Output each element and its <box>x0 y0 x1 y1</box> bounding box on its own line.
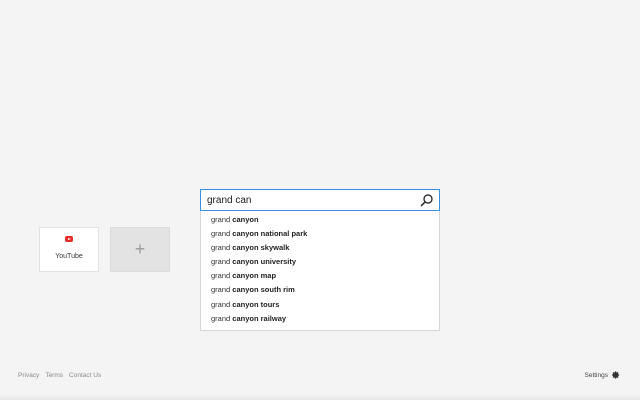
suggestion-prefix: grand <box>211 313 233 323</box>
suggestion-item[interactable]: grand canyon national park <box>201 227 439 241</box>
suggestion-item[interactable]: grand canyon map <box>201 269 439 283</box>
suggestion-item[interactable]: grand canyon university <box>201 255 439 269</box>
suggestion-item[interactable]: grand canyon <box>201 213 439 227</box>
add-shortcut-tile[interactable]: + <box>110 227 170 272</box>
suggestion-prefix: grand <box>211 215 233 224</box>
suggestion-item[interactable]: grand canyon tours <box>201 298 439 312</box>
suggestion-prefix: grand <box>211 285 233 295</box>
shortcut-tile-label: YouTube <box>55 253 83 260</box>
search-icon[interactable] <box>420 193 434 207</box>
suggestion-completion: canyon tours <box>232 299 280 309</box>
suggestion-item[interactable]: grand canyon railway <box>201 312 439 326</box>
suggestion-item[interactable]: grand canyon south rim <box>201 283 439 297</box>
suggestion-completion: canyon skywalk <box>232 243 290 253</box>
footer-links: Privacy Terms Contact Us <box>18 372 107 379</box>
settings-button[interactable]: Settings <box>585 371 621 379</box>
bottom-edge-shadow <box>0 394 640 400</box>
terms-link[interactable]: Terms <box>45 372 63 379</box>
suggestion-completion: canyon map <box>232 271 277 281</box>
suggestion-prefix: grand <box>211 229 233 239</box>
suggestion-completion: canyon university <box>232 257 297 267</box>
plus-icon: + <box>134 239 146 259</box>
suggestion-completion: canyon railway <box>232 313 287 323</box>
gear-icon <box>612 371 620 379</box>
suggestion-prefix: grand <box>211 299 233 309</box>
suggestion-item[interactable]: grand canyon skywalk <box>201 241 439 255</box>
suggestion-completion: canyon <box>232 215 259 224</box>
new-tab-page: YouTube + grand canyon grand canyon nati… <box>0 0 640 400</box>
suggestion-prefix: grand <box>211 257 233 267</box>
suggestion-list: grand canyon grand canyon national park … <box>200 211 440 331</box>
youtube-icon <box>65 236 73 242</box>
search-input[interactable] <box>207 193 407 208</box>
suggestion-prefix: grand <box>211 243 233 253</box>
settings-label: Settings <box>584 371 609 379</box>
search-box <box>200 189 440 211</box>
shortcut-tile-youtube[interactable]: YouTube <box>39 227 99 272</box>
suggestion-completion: canyon national park <box>232 229 308 239</box>
contact-us-link[interactable]: Contact Us <box>69 372 101 379</box>
suggestion-prefix: grand <box>211 271 233 281</box>
privacy-link[interactable]: Privacy <box>18 372 39 379</box>
suggestion-completion: canyon south rim <box>232 285 295 295</box>
